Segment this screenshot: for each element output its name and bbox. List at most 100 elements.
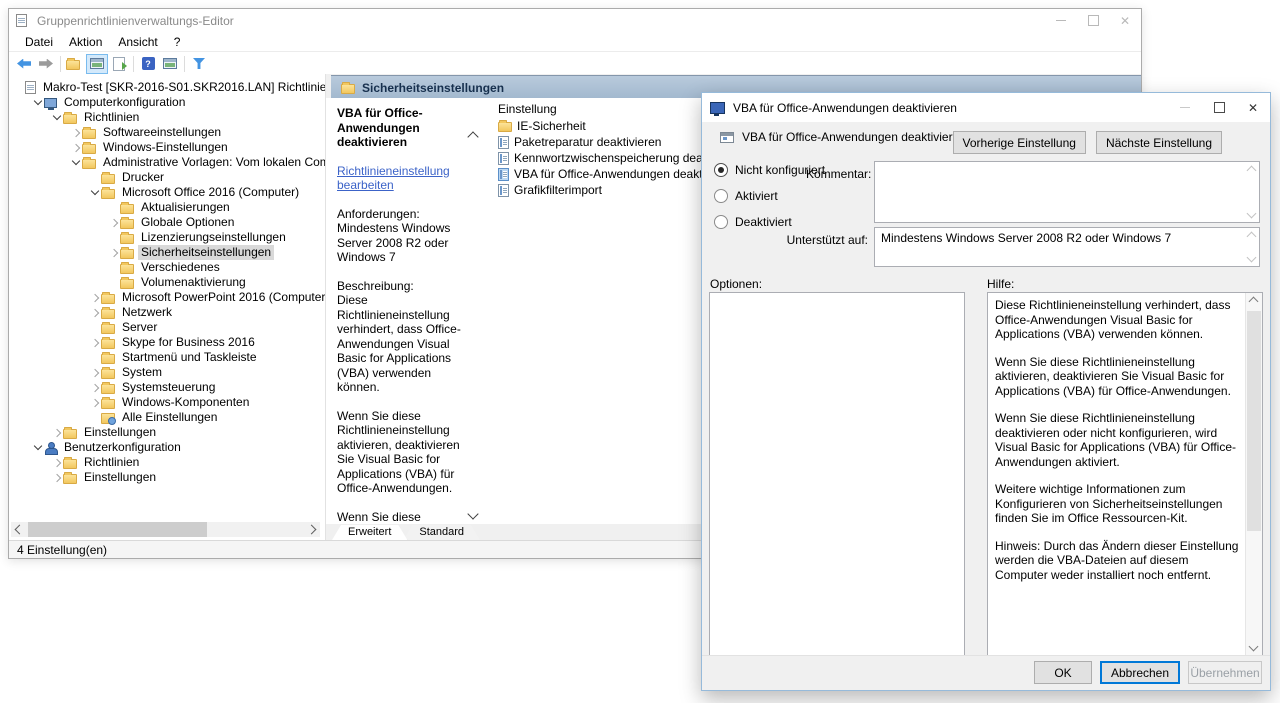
- forward-icon[interactable]: [35, 54, 57, 74]
- tree-item-label: Richtlinien: [81, 455, 142, 470]
- expander-closed-icon[interactable]: [91, 398, 99, 406]
- radio-deaktiviert[interactable]: Deaktiviert: [714, 215, 825, 229]
- next-setting-button[interactable]: Nächste Einstellung: [1096, 131, 1222, 154]
- description-scrollbar[interactable]: [466, 131, 480, 520]
- tree-item[interactable]: Richtlinien: [9, 455, 325, 470]
- scroll-down-icon[interactable]: [1247, 253, 1257, 263]
- previous-setting-button[interactable]: Vorherige Einstellung: [953, 131, 1086, 154]
- expander-closed-icon[interactable]: [110, 218, 118, 226]
- tree-item[interactable]: Windows-Komponenten: [9, 395, 325, 410]
- tree-item[interactable]: Microsoft PowerPoint 2016 (Computer): [9, 290, 325, 305]
- tree-item[interactable]: System: [9, 365, 325, 380]
- expander-closed-icon[interactable]: [53, 458, 61, 466]
- expander-open-icon[interactable]: [91, 187, 99, 195]
- tree-item[interactable]: Benutzerkonfiguration: [9, 440, 325, 455]
- close-button[interactable]: ✕: [1109, 9, 1141, 32]
- minimize-button[interactable]: [1045, 9, 1077, 32]
- expander-closed-icon[interactable]: [110, 248, 118, 256]
- expander-open-icon[interactable]: [53, 112, 61, 120]
- tree-item[interactable]: Computerkonfiguration: [9, 95, 325, 110]
- expander-closed-icon[interactable]: [91, 293, 99, 301]
- expander-open-icon[interactable]: [34, 97, 42, 105]
- tree-item[interactable]: Netzwerk: [9, 305, 325, 320]
- expander-closed-icon[interactable]: [53, 428, 61, 436]
- expander-open-icon[interactable]: [72, 157, 80, 165]
- tree-item-label: Drucker: [119, 170, 167, 185]
- scroll-up-icon[interactable]: [1247, 232, 1257, 242]
- tree-item[interactable]: Aktualisierungen: [9, 200, 325, 215]
- expander-closed-icon[interactable]: [72, 128, 80, 136]
- expander-closed-icon[interactable]: [91, 368, 99, 376]
- expander-closed-icon[interactable]: [91, 383, 99, 391]
- back-icon[interactable]: [13, 54, 35, 74]
- tree-item[interactable]: Sicherheitseinstellungen: [9, 245, 325, 260]
- menu-ansicht[interactable]: Ansicht: [110, 32, 165, 51]
- tree-horizontal-scrollbar[interactable]: [11, 522, 320, 537]
- tree-item-label: Server: [119, 320, 160, 335]
- help-scrollbar[interactable]: [1245, 293, 1262, 655]
- comment-input[interactable]: [875, 162, 1259, 222]
- radio-button-icon[interactable]: [714, 163, 728, 177]
- tree-item[interactable]: Richtlinien: [9, 110, 325, 125]
- tree-item[interactable]: Softwareeinstellungen: [9, 125, 325, 140]
- edit-policy-link[interactable]: Richtlinieneinstellung bearbeiten: [337, 164, 469, 193]
- expander-closed-icon[interactable]: [72, 143, 80, 151]
- tree-item[interactable]: Systemsteuerung: [9, 380, 325, 395]
- tree-item[interactable]: Einstellungen: [9, 425, 325, 440]
- tree-item[interactable]: Drucker: [9, 170, 325, 185]
- help-icon[interactable]: ?: [137, 54, 159, 74]
- cancel-button[interactable]: Abbrechen: [1100, 661, 1180, 684]
- scroll-up-icon[interactable]: [1249, 297, 1259, 307]
- ok-button[interactable]: OK: [1034, 661, 1092, 684]
- console-tree-icon[interactable]: [86, 54, 108, 74]
- tree-item-label: Makro-Test [SKR-2016-S01.SKR2016.LAN] Ri…: [40, 80, 326, 95]
- tree-item[interactable]: Verschiedenes: [9, 260, 325, 275]
- scroll-right-icon[interactable]: [307, 525, 317, 535]
- scroll-thumb[interactable]: [1247, 311, 1261, 531]
- radio-aktiviert[interactable]: Aktiviert: [714, 189, 825, 203]
- dialog-policy-heading: VBA für Office-Anwendungen deaktivieren: [712, 130, 966, 144]
- tab-erweitert[interactable]: Erweitert: [332, 525, 407, 540]
- scroll-down-icon[interactable]: [1249, 642, 1259, 652]
- radio-button-icon[interactable]: [714, 215, 728, 229]
- tree-item[interactable]: Startmenü und Taskleiste: [9, 350, 325, 365]
- tree-item[interactable]: Makro-Test [SKR-2016-S01.SKR2016.LAN] Ri…: [9, 80, 325, 95]
- filter-icon[interactable]: [188, 54, 210, 74]
- computer-icon: [44, 98, 57, 108]
- tab-standard[interactable]: Standard: [403, 525, 480, 540]
- expander-open-icon[interactable]: [34, 442, 42, 450]
- folder-icon: [120, 264, 134, 274]
- console-window-icon[interactable]: [159, 54, 181, 74]
- menu-aktion[interactable]: Aktion: [61, 32, 110, 51]
- menu-datei[interactable]: Datei: [17, 32, 61, 51]
- tree-item[interactable]: Microsoft Office 2016 (Computer): [9, 185, 325, 200]
- menu-?[interactable]: ?: [166, 32, 189, 51]
- expander-closed-icon[interactable]: [53, 473, 61, 481]
- tree-item[interactable]: Windows-Einstellungen: [9, 140, 325, 155]
- dialog-minimize-button[interactable]: [1168, 93, 1202, 122]
- scroll-thumb[interactable]: [28, 522, 207, 537]
- options-box[interactable]: [709, 292, 965, 656]
- maximize-button[interactable]: [1077, 9, 1109, 32]
- tree-item[interactable]: Volumenaktivierung: [9, 275, 325, 290]
- tree-item[interactable]: Skype for Business 2016: [9, 335, 325, 350]
- radio-button-icon[interactable]: [714, 189, 728, 203]
- tree-item[interactable]: Alle Einstellungen: [9, 410, 325, 425]
- expander-closed-icon[interactable]: [91, 308, 99, 316]
- tree-item[interactable]: Lizenzierungseinstellungen: [9, 230, 325, 245]
- export-list-icon[interactable]: [108, 54, 130, 74]
- tree-item-label: Lizenzierungseinstellungen: [138, 230, 289, 245]
- tree-item[interactable]: Globale Optionen: [9, 215, 325, 230]
- tree-item[interactable]: Server: [9, 320, 325, 335]
- dialog-maximize-button[interactable]: [1202, 93, 1236, 122]
- tree-item[interactable]: Administrative Vorlagen: Vom lokalen Com…: [9, 155, 325, 170]
- scroll-left-icon[interactable]: [15, 525, 25, 535]
- tree-item-label: Microsoft PowerPoint 2016 (Computer): [119, 290, 326, 305]
- apply-button[interactable]: Übernehmen: [1188, 661, 1262, 684]
- dialog-close-button[interactable]: ✕: [1236, 93, 1270, 122]
- up-folder-icon[interactable]: [64, 54, 86, 74]
- scroll-down-icon[interactable]: [467, 508, 478, 519]
- expander-closed-icon[interactable]: [91, 338, 99, 346]
- tree-item[interactable]: Einstellungen: [9, 470, 325, 485]
- scroll-up-icon[interactable]: [467, 131, 478, 142]
